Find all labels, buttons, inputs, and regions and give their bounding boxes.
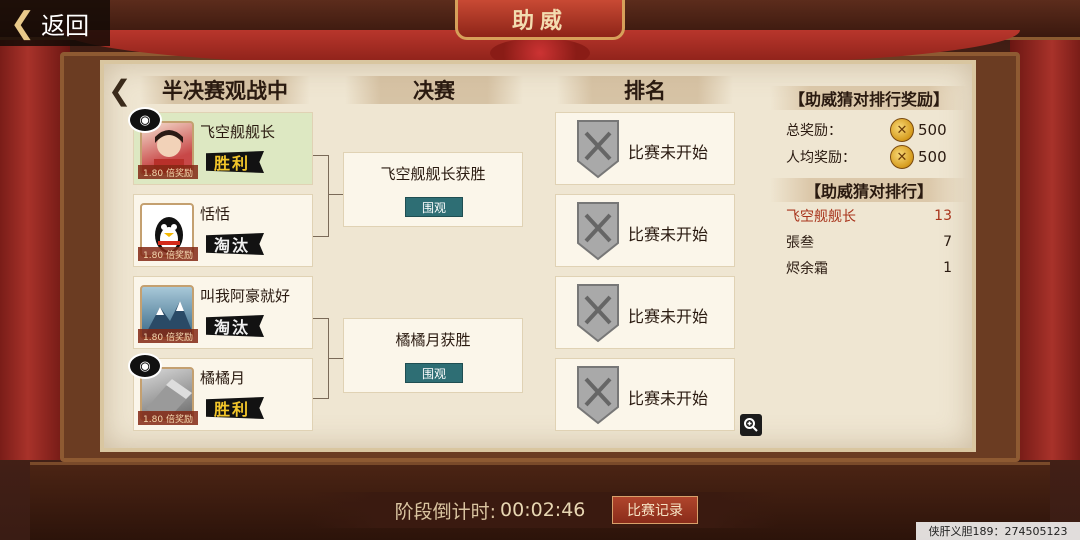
leaderboard-row: 張叁 7 (786, 230, 952, 254)
final-result-text: 飞空舰舰长获胜 (380, 165, 486, 183)
leaderboard-row: 飞空舰舰长 13 (786, 204, 952, 228)
ranking-slot: 比赛未开始 (555, 276, 735, 349)
reward-title: 【助威猜对排行奖励】 (770, 86, 968, 110)
bracket-line (313, 318, 329, 319)
final-match-card: 飞空舰舰长获胜 围观 (343, 152, 523, 227)
bracket-line (328, 194, 343, 195)
result-badge: 胜利 (206, 397, 265, 419)
countdown-label: 阶段倒计时: (394, 500, 497, 523)
reward-panel: 【助威猜对排行奖励】 总奖励： ✕ 500 人均奖励： ✕ 500 【助威猜对排… (770, 80, 968, 440)
crossed-swords-shield-icon (577, 202, 619, 261)
player-card[interactable]: 1.80 倍奖励 ◉ 飞空舰舰长 胜利 (128, 107, 313, 185)
leaderboard-title: 【助威猜对排行】 (770, 178, 968, 202)
bracket-line (313, 155, 329, 156)
coin-icon: ✕ (890, 118, 914, 142)
countdown-value: 00:02:46 (500, 499, 586, 521)
leaderboard-name: 飞空舰舰长 (786, 209, 856, 225)
player-card[interactable]: 1.80 倍奖励 叫我阿豪就好 淘汰 (133, 276, 313, 349)
bracket-line (313, 236, 329, 237)
ranking-slot: 比赛未开始 (555, 112, 735, 185)
leaderboard-row: 烬余霜 1 (786, 256, 952, 280)
bet-marker-icon: ◉ (128, 353, 162, 379)
countdown-bar: 阶段倒计时: 00:02:46 (310, 492, 780, 528)
leaderboard-score: 13 (934, 208, 952, 224)
player-name: 叫我阿豪就好 (200, 287, 291, 305)
bracket-line (328, 155, 329, 237)
final-result-text: 橘橘月获胜 (395, 331, 471, 349)
bracket-line (313, 398, 329, 399)
player-name: 橘橘月 (200, 369, 246, 387)
crossed-swords-shield-icon (577, 120, 619, 179)
coin-icon: ✕ (890, 145, 914, 169)
bet-marker-icon: ◉ (128, 107, 162, 133)
ranking-slot: 比赛未开始 (555, 194, 735, 267)
page-title: 助威 (455, 0, 625, 40)
player-name: 恬恬 (200, 205, 231, 223)
prev-stage-arrow-icon[interactable]: ❮ (108, 74, 132, 107)
bracket-line (328, 358, 343, 359)
chevron-left-icon: ❮ (10, 5, 36, 41)
crossed-swords-shield-icon (577, 366, 619, 425)
leaderboard-name: 烬余霜 (786, 261, 828, 277)
back-button[interactable]: ❮ 返回 (0, 0, 110, 46)
ranking-status: 比赛未开始 (628, 143, 709, 162)
curtain-right (1010, 40, 1080, 460)
player-card[interactable]: 1.80 倍奖励 ◉ 橘橘月 胜利 (128, 353, 313, 431)
player-name: 飞空舰舰长 (200, 123, 276, 141)
ranking-status: 比赛未开始 (628, 307, 709, 326)
leaderboard-score: 1 (943, 260, 952, 276)
ranking-slot: 比赛未开始 (555, 358, 735, 431)
back-label: 返回 (41, 11, 90, 40)
odds-label: 1.80 倍奖励 (138, 165, 198, 179)
odds-label: 1.80 倍奖励 (138, 247, 198, 261)
ranking-header: 排名 (557, 76, 733, 104)
total-reward-row: 总奖励： ✕ 500 (786, 118, 947, 142)
avg-reward-label: 人均奖励： (786, 150, 856, 166)
match-record-button[interactable]: 比赛记录 (612, 496, 698, 524)
ranking-status: 比赛未开始 (628, 225, 709, 244)
semifinal-header: 半决赛观战中 (140, 76, 310, 104)
final-header: 决赛 (345, 76, 523, 104)
player-card[interactable]: 1.80 倍奖励 恬恬 淘汰 (133, 194, 313, 267)
final-match-card: 橘橘月获胜 围观 (343, 318, 523, 393)
ranking-status: 比赛未开始 (628, 389, 709, 408)
zoom-icon[interactable] (740, 414, 762, 436)
odds-label: 1.80 倍奖励 (138, 329, 198, 343)
avg-reward-row: 人均奖励： ✕ 500 (786, 145, 947, 169)
result-badge: 淘汰 (206, 315, 265, 337)
leaderboard-name: 張叁 (786, 235, 814, 251)
leaderboard-score: 7 (943, 234, 952, 250)
watch-button[interactable]: 围观 (405, 197, 463, 217)
result-badge: 淘汰 (206, 233, 265, 255)
total-reward-label: 总奖励： (786, 123, 842, 139)
watch-button[interactable]: 围观 (405, 363, 463, 383)
avg-reward-value: 500 (918, 148, 947, 166)
watermark: 侠肝义胆189：274505123 (916, 522, 1080, 540)
result-badge: 胜利 (206, 151, 265, 173)
total-reward-value: 500 (918, 121, 947, 139)
odds-label: 1.80 倍奖励 (138, 411, 198, 425)
crossed-swords-shield-icon (577, 284, 619, 343)
